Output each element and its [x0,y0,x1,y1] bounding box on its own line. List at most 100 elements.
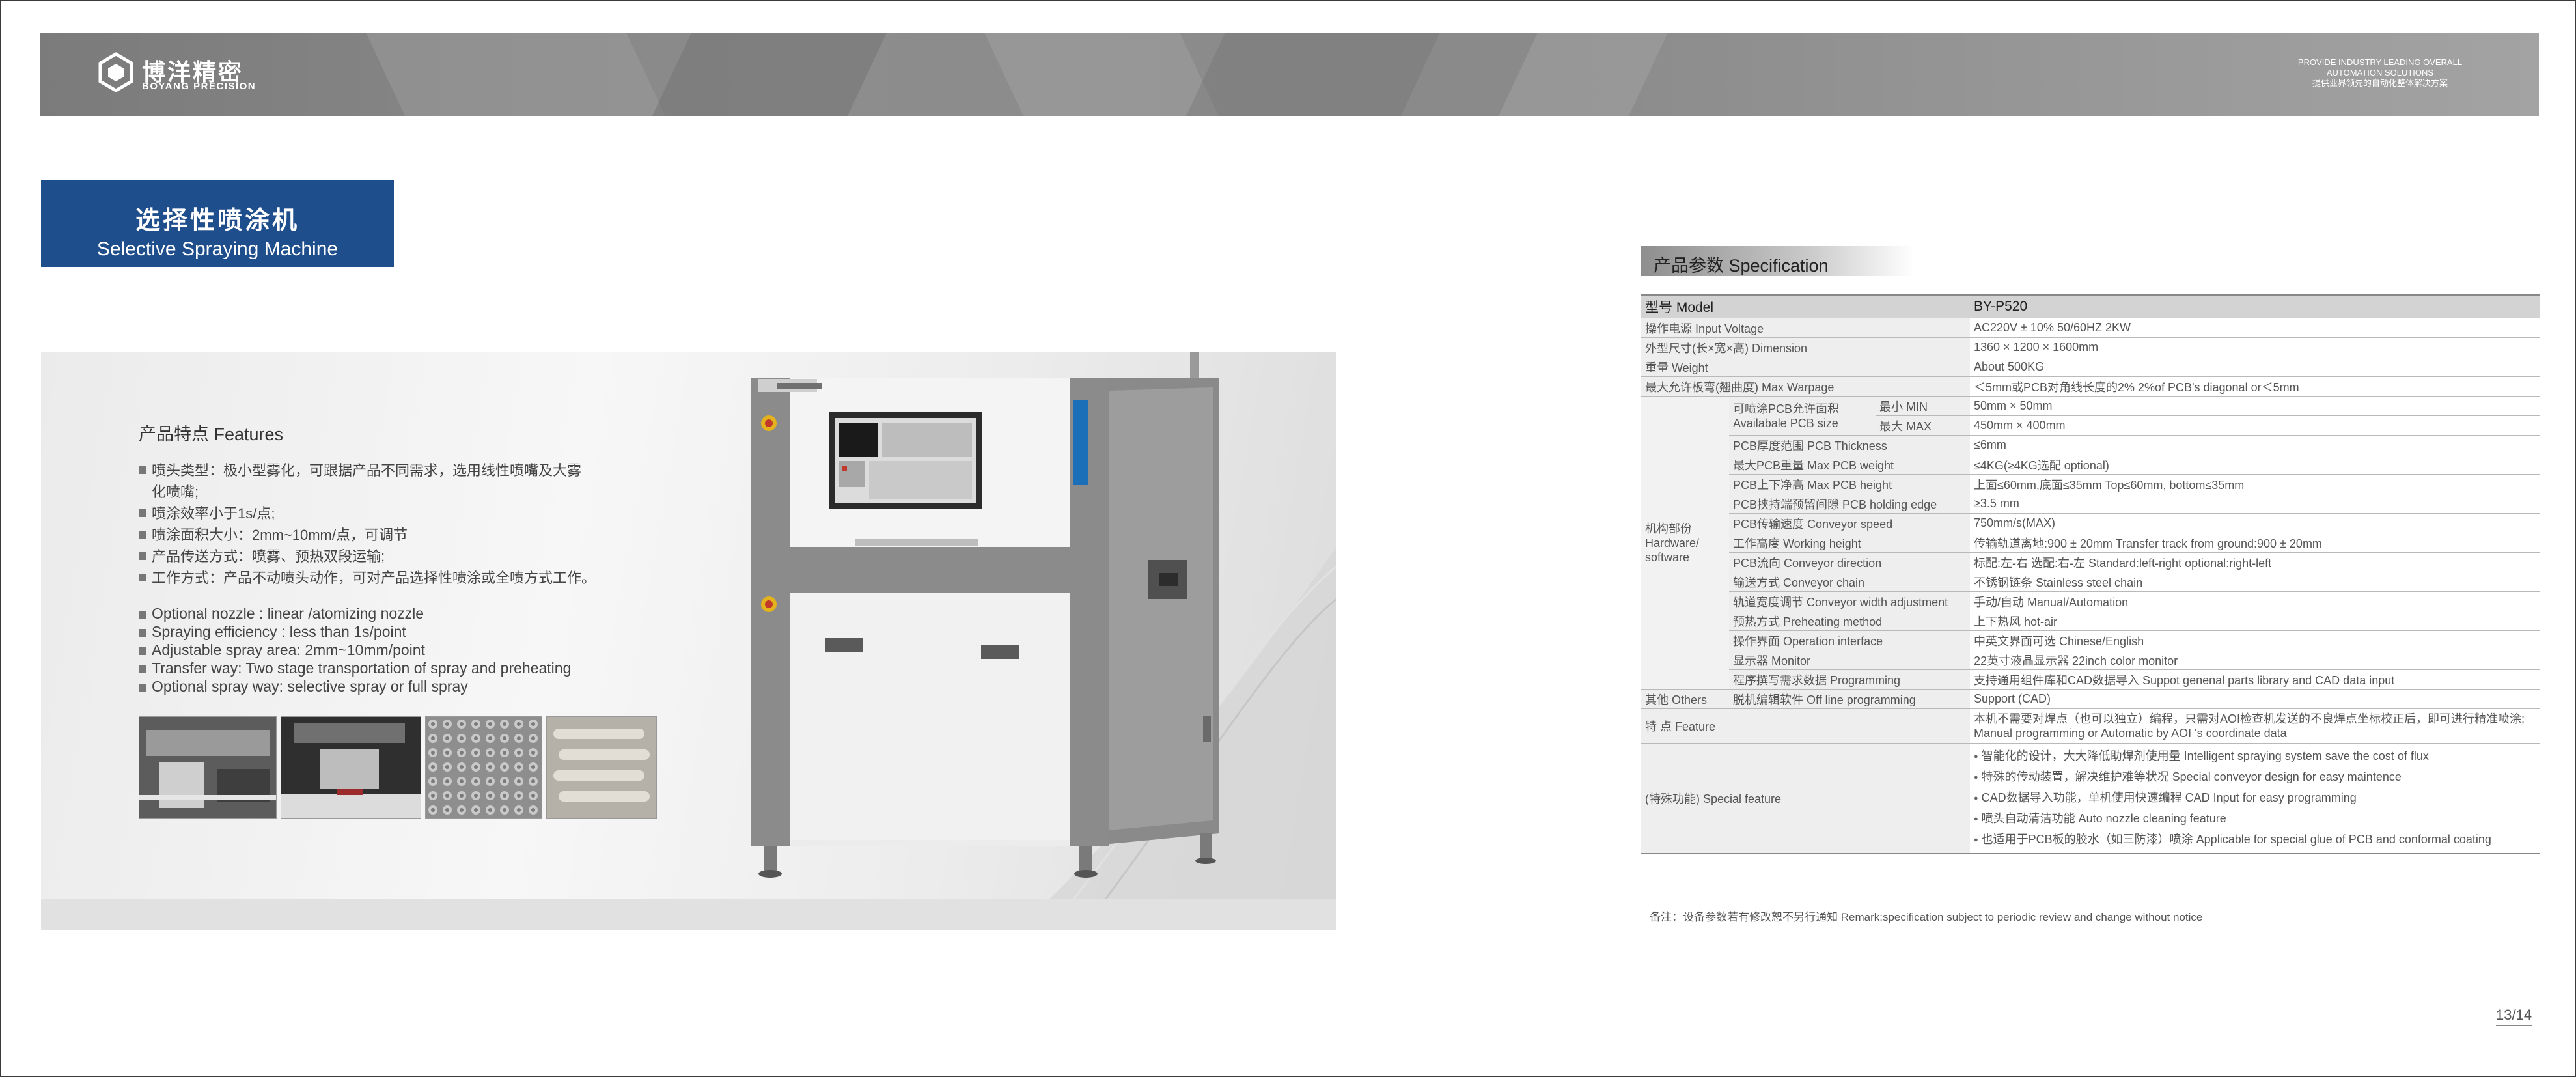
spec-label: 重量 Weight [1641,357,1970,377]
spec-label: 脱机编辑软件 Off line programming [1729,689,1970,709]
table-row: PCB挟持端预留间隙 PCB holding edge ≥3.5 mm [1641,494,2540,514]
spec-value: 22英寸液晶显示器 22inch color monitor [1970,650,2540,670]
table-row: PCB流向 Conveyor direction 标配:左-右 选配:右-左 St… [1641,552,2540,572]
table-row: 输送方式 Conveyor chain 不锈钢链条 Stainless steel… [1641,572,2540,592]
spec-value: AC220V ± 10% 50/60HZ 2KW [1970,318,2540,338]
table-row: (特殊功能) Special feature 智能化的设计，大大降低助焊剂使用量… [1641,743,2540,854]
feature-item-cn: 喷头类型：极小型雾化，可跟据产品不同需求，选用线性喷嘴及大雾 [139,460,672,481]
table-row: 特 点 Feature 本机不需要对焊点（也可以独立）编程，只需对AOI检查机发… [1641,708,2540,744]
table-row: 操作界面 Operation interface 中英文界面可选 Chinese/… [1641,630,2540,650]
pcb-size-label: 可喷涂PCB允许面积 Availabale PCB size [1729,396,1876,436]
product-panel: 产品特点 Features 喷头类型：极小型雾化，可跟据产品不同需求，选用线性喷… [41,352,1336,930]
table-row: 最大允许板弯(翘曲度) Max Warpage ＜5mm或PCB对角线长度的2%… [1641,376,2540,397]
spec-value: 1360 × 1200 × 1600mm [1970,337,2540,357]
feature-item-cn: 工作方式：产品不动喷头动作，可对产品选择性喷涂或全喷方式工作。 [139,567,672,589]
table-row: PCB上下净高 Max PCB height 上面≤60mm,底面≤35mm To… [1641,474,2540,494]
others-group-label: 其他 Others [1641,689,1729,709]
spec-label: 外型尺寸(长×宽×高) Dimension [1641,337,1970,357]
product-title-en: Selective Spraying Machine [96,238,339,260]
brand-logo: 博洋精密 BOYANG PRECISION [98,52,267,98]
special-feature-item: 智能化的设计，大大降低助焊剂使用量 Intelligent spraying s… [1974,746,2536,767]
special-feature-item: 也适用于PCB板的胶水（如三防漆）喷涂 Applicable for speci… [1974,830,2536,850]
special-feature-item: 喷头自动清洁功能 Auto nozzle cleaning feature [1974,809,2536,830]
tagline-cn: 提供业界领先的自动化整体解决方案 [2312,78,2448,88]
pcb-max-label: 最大 MAX [1876,415,1970,436]
spec-label: 操作电源 Input Voltage [1641,318,1970,338]
spec-value: 手动/自动 Manual/Automation [1970,591,2540,611]
logo-hexagon-icon [98,52,133,92]
spec-value: ≥3.5 mm [1970,494,2540,514]
spec-label: PCB上下净高 Max PCB height [1729,474,1970,494]
machine-interior-photo-2 [281,716,421,819]
pcb-max-value: 450mm × 400mm [1970,415,2540,436]
table-row: 最大PCB重量 Max PCB weight ≤4KG(≥4KG选配 option… [1641,455,2540,475]
spec-value: 不锈钢链条 Stainless steel chain [1970,572,2540,592]
page-number: 13/14 [2496,1007,2532,1026]
spec-value: About 500KG [1970,357,2540,377]
spec-heading: 产品参数 Specification [1654,256,1829,275]
spec-label: 预热方式 Preheating method [1729,611,1970,631]
special-feature-list: 智能化的设计，大大降低助焊剂使用量 Intelligent spraying s… [1970,743,2540,854]
model-value: BY-P520 [1970,294,2540,318]
spec-remark: 备注：设备参数若有修改恕不另行通知 Remark:specification s… [1650,911,2203,923]
table-row: PCB传输速度 Conveyor speed 750mm/s(MAX) [1641,513,2540,533]
brand-name-en: BOYANG PRECISION [142,81,256,92]
coated-pcb-photo-1 [425,716,542,819]
spec-heading-bar: 产品参数 Specification [1641,246,1914,276]
hardware-group-label: 机构部份 Hardware/ software [1641,396,1729,690]
table-row: 其他 Others 脱机编辑软件 Off line programming Su… [1641,689,2540,709]
feature-item-cn: 化喷嘴; [152,484,199,500]
table-row: 轨道宽度调节 Conveyor width adjustment 手动/自动 Ma… [1641,591,2540,611]
spec-label: 操作界面 Operation interface [1729,630,1970,650]
spec-value: 750mm/s(MAX) [1970,513,2540,533]
spec-value: 传输轨道离地:900 ± 20mm Transfer track from gr… [1970,533,2540,553]
feature-item-en: Spraying efficiency : less than 1s/point [139,622,672,641]
spec-label: 最大PCB重量 Max PCB weight [1729,455,1970,475]
spec-value: Support (CAD) [1970,689,2540,709]
spec-table: 型号 Model BY-P520 操作电源 Input Voltage AC22… [1641,294,2540,854]
feature-value: 本机不需要对焊点（也可以独立）编程，只需对AOI检查机发送的不良焊点坐标校正后，… [1970,708,2540,744]
table-row: 显示器 Monitor 22英寸液晶显示器 22inch color monito… [1641,650,2540,670]
table-row: 预热方式 Preheating method 上下热风 hot-air [1641,611,2540,631]
spec-label: 工作高度 Working height [1729,533,1970,553]
header-band: 博洋精密 BOYANG PRECISION PROVIDE INDUSTRY-L… [40,33,2539,116]
feature-item-cn: 喷涂面积大小：2mm~10mm/点，可调节 [139,524,672,546]
features-list-en: Optional nozzle : linear /atomizing nozz… [139,604,672,695]
table-row: 重量 Weight About 500KG [1641,357,2540,377]
spec-value: 标配:左-右 选配:右-左 Standard:left-right option… [1970,552,2540,572]
spec-label: 程序撰写需求数据 Programming [1729,669,1970,690]
tagline-en-line-1: PROVIDE INDUSTRY-LEADING OVERALL [2297,57,2463,67]
spec-label: PCB流向 Conveyor direction [1729,552,1970,572]
product-title-box: 选择性喷涂机 Selective Spraying Machine [41,180,394,267]
features-list-cn: 喷头类型：极小型雾化，可跟据产品不同需求，选用线性喷嘴及大雾 化喷嘴; 喷涂效率… [139,460,672,589]
spec-value: 支持通用组件库和CAD数据导入 Suppot genenal parts lib… [1970,669,2540,690]
spec-value: 上下热风 hot-air [1970,611,2540,631]
spec-value: ≤6mm [1970,435,2540,455]
spec-value: 上面≤60mm,底面≤35mm Top≤60mm, bottom≤35mm [1970,474,2540,494]
table-row: 操作电源 Input Voltage AC220V ± 10% 50/60HZ … [1641,318,2540,338]
spec-value: ≤4KG(≥4KG选配 optional) [1970,455,2540,475]
special-feature-item: CAD数据导入功能，单机使用快速编程 CAD Input for easy pr… [1974,788,2536,809]
tagline-en-line-2: AUTOMATION SOLUTIONS [2326,68,2434,77]
table-row: 机构部份 Hardware/ software 可喷涂PCB允许面积 Avail… [1641,396,2540,690]
spec-label: 最大允许板弯(翘曲度) Max Warpage [1641,376,1970,397]
pcb-min-label: 最小 MIN [1876,396,1970,416]
coated-pcb-photo-2 [546,716,657,819]
spec-label: PCB挟持端预留间隙 PCB holding edge [1729,494,1970,514]
table-row: 工作高度 Working height 传输轨道离地:900 ± 20mm Tra… [1641,533,2540,553]
feature-item-en: Optional nozzle : linear /atomizing nozz… [139,604,672,622]
header-tagline: PROVIDE INDUSTRY-LEADING OVERALL AUTOMAT… [2276,57,2484,89]
product-title-cn: 选择性喷涂机 [135,207,299,234]
feature-item-en: Transfer way: Two stage transportation o… [139,659,672,677]
spec-label: 显示器 Monitor [1729,650,1970,670]
special-feature-item: 特殊的传动装置，解决维护难等状况 Special conveyor design… [1974,767,2536,788]
spec-value: ＜5mm或PCB对角线长度的2% 2%of PCB's diagonal or＜… [1970,376,2540,397]
features-heading: 产品特点 Features [139,425,284,444]
spraying-machine-illustration [751,352,1219,878]
feature-value-en: Manual programming or Automatic by AOI '… [1974,727,2287,740]
table-row: PCB厚度范围 PCB Thickness ≤6mm [1641,435,2540,455]
spec-value: 中英文界面可选 Chinese/English [1970,630,2540,650]
feature-item-en: Adjustable spray area: 2mm~10mm/point [139,641,672,659]
feature-item-cn: 产品传送方式：喷雾、预热双段运输; [139,546,672,567]
spec-label: PCB传输速度 Conveyor speed [1729,513,1970,533]
